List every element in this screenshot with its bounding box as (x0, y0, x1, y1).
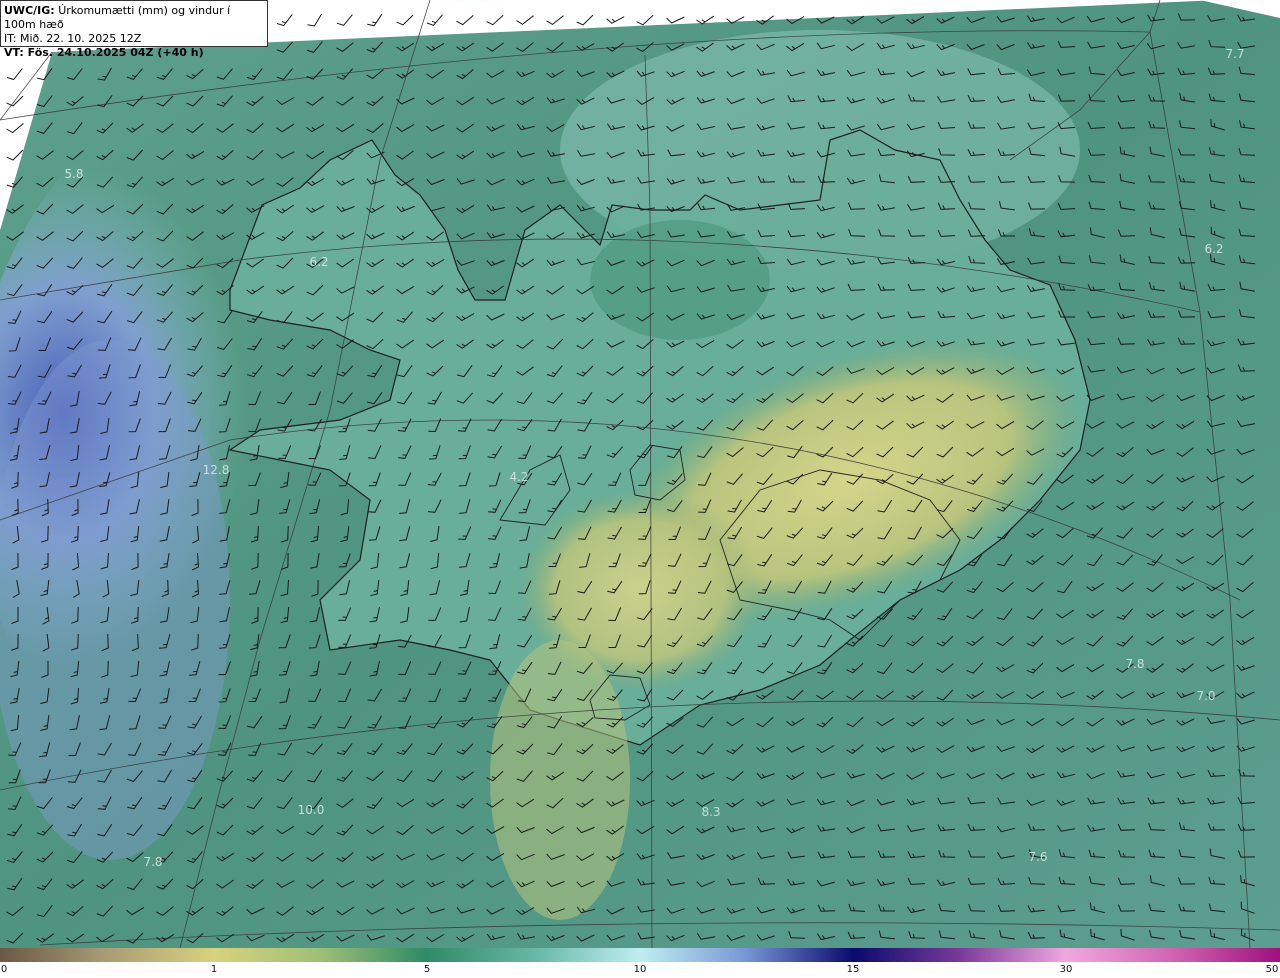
contour-value-label: 7.0 (1196, 689, 1216, 703)
map-title-box: UWC/IG: Úrkomumætti (mm) og vindur í 100… (0, 0, 268, 59)
colorbar-strip (0, 948, 1280, 962)
contour-value-label: 6.2 (309, 255, 329, 269)
contour-value-label: 10.0 (297, 803, 325, 817)
contour-value-label: 5.8 (64, 167, 84, 181)
title-line: UWC/IG: Úrkomumætti (mm) og vindur í 100… (4, 4, 264, 32)
colorbar-tick: 10 (633, 964, 647, 975)
colorbar-tick: 1 (210, 964, 218, 975)
colorbar-tick: 15 (846, 964, 860, 975)
contour-value-label: 7.8 (143, 855, 163, 869)
contour-value-label: 7.8 (1125, 657, 1145, 671)
contour-value-label: 7.6 (1028, 850, 1048, 864)
colorbar-tick: 50 (1265, 964, 1279, 975)
colorbar-tick: 30 (1059, 964, 1073, 975)
valid-time: VT: Fös. 24.10.2025 04Z (+40 h) (4, 46, 204, 59)
contour-value-label: 6.2 (1204, 242, 1224, 256)
contour-value-label: 8.3 (701, 805, 721, 819)
colorbar: 0 1 5 10 15 30 50 (0, 948, 1280, 978)
forecast-map: 7.7 5.8 6.2 6.2 12.8 4.2 7.8 7.0 10.0 8.… (0, 0, 1280, 948)
colorbar-tick: 0 (0, 964, 8, 975)
model-name: UWC/IG: (4, 4, 55, 17)
contour-value-label: 4.2 (509, 470, 529, 484)
init-time: IT: Mið. 22. 10. 2025 12Z (4, 32, 142, 45)
contour-value-label: 7.7 (1225, 47, 1245, 61)
colorbar-tick: 5 (423, 964, 431, 975)
contour-value-label: 12.8 (202, 463, 230, 477)
